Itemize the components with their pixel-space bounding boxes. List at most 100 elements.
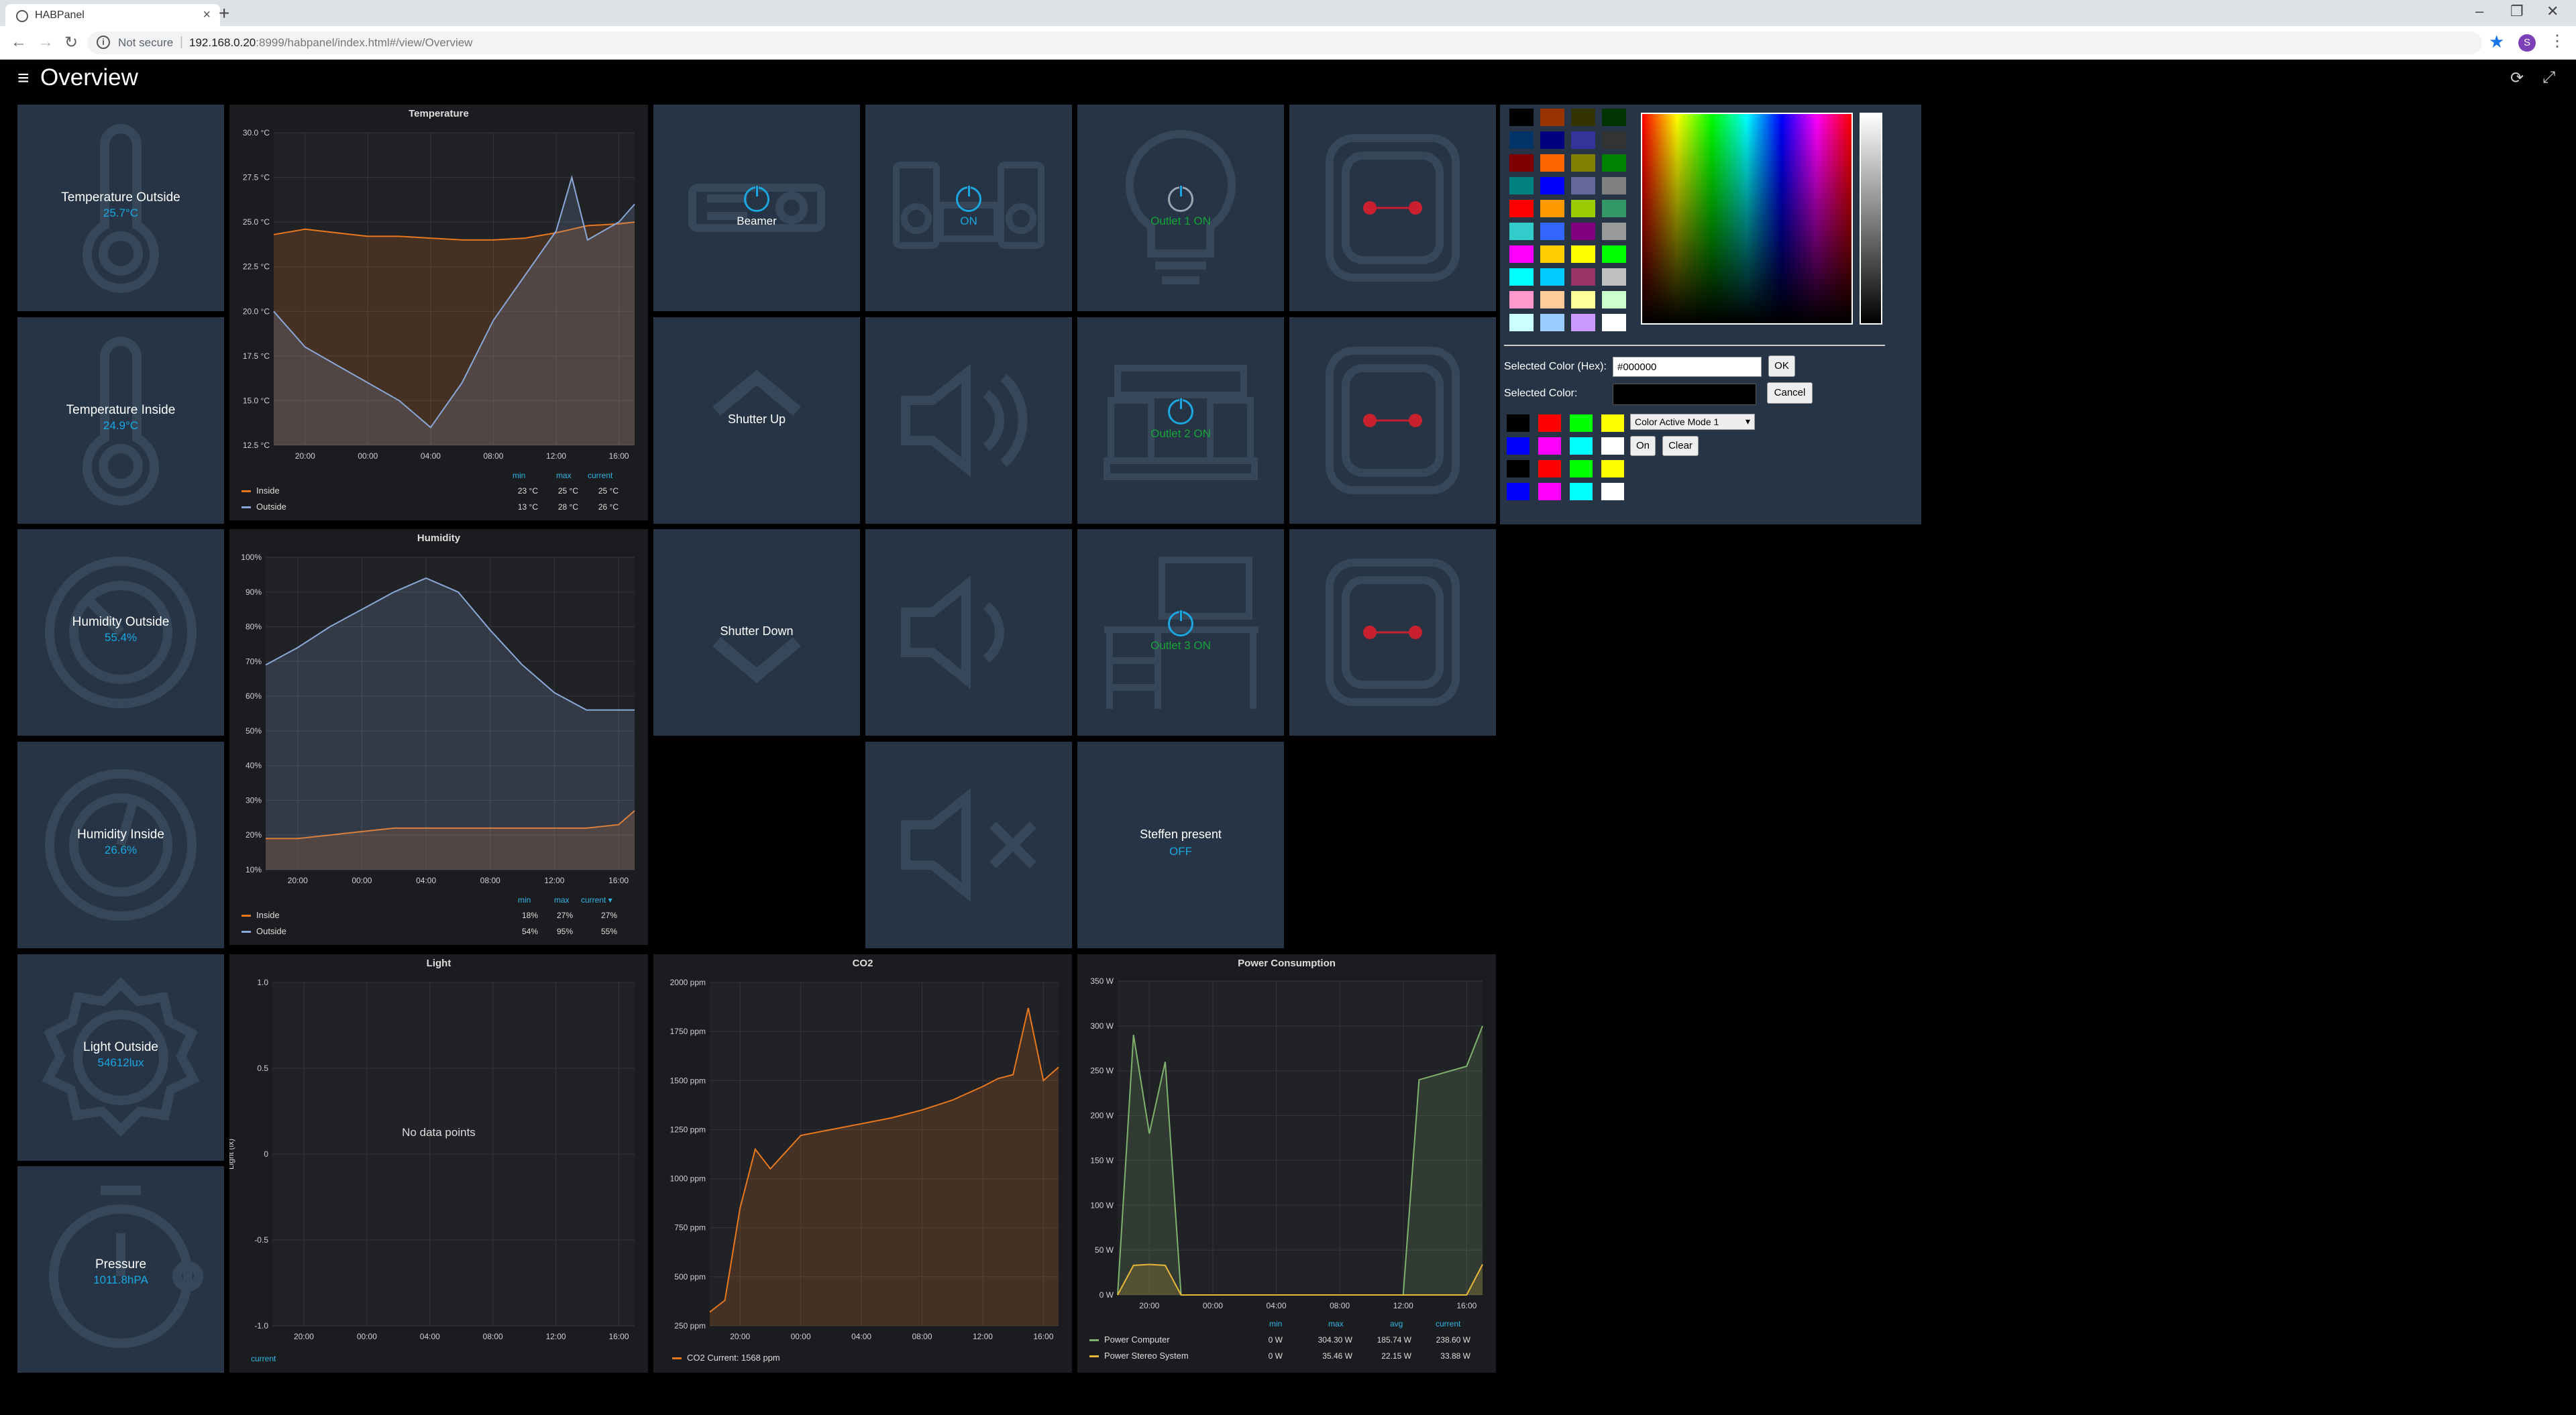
legend-outside[interactable]: Outside — [241, 926, 286, 936]
palette-swatch[interactable] — [1509, 131, 1534, 149]
tile-temperature-inside[interactable]: Temperature Inside 24.9°C — [17, 317, 224, 524]
quick-color-swatch[interactable] — [1570, 414, 1593, 432]
quick-color-swatch[interactable] — [1507, 414, 1529, 432]
legend-co2[interactable]: CO2 Current: 1568 ppm — [672, 1353, 780, 1363]
palette-swatch[interactable] — [1571, 177, 1595, 194]
tile-speakers[interactable]: ON — [865, 105, 1072, 311]
palette-swatch[interactable] — [1602, 131, 1626, 149]
back-icon[interactable]: ← — [11, 33, 27, 52]
tile-pressure[interactable]: Pressure 1011.8hPA — [17, 1166, 224, 1373]
quick-color-swatch[interactable] — [1507, 460, 1529, 477]
power-icon[interactable] — [1168, 186, 1193, 212]
palette-swatch[interactable] — [1540, 268, 1564, 286]
tile-temperature-outside[interactable]: Temperature Outside 25.7°C — [17, 105, 224, 311]
palette-swatch[interactable] — [1540, 245, 1564, 263]
brightness-slider[interactable] — [1860, 113, 1882, 325]
browser-tab[interactable]: HABPanel × — [5, 4, 220, 26]
info-icon[interactable]: i — [97, 36, 110, 49]
refresh-icon[interactable]: ⟳ — [2510, 68, 2524, 88]
palette-swatch[interactable] — [1571, 268, 1595, 286]
profile-avatar[interactable]: S — [2518, 34, 2536, 52]
quick-color-swatch[interactable] — [1570, 437, 1593, 455]
fullscreen-icon[interactable]: ⤢ — [2542, 68, 2555, 87]
palette-swatch[interactable] — [1540, 109, 1564, 126]
hex-color-input[interactable] — [1613, 357, 1762, 377]
tile-shutter-down[interactable]: Shutter Down — [653, 529, 860, 736]
quick-color-swatch[interactable] — [1570, 460, 1593, 477]
legend-power-computer[interactable]: Power Computer — [1089, 1335, 1170, 1345]
palette-swatch[interactable] — [1540, 223, 1564, 240]
quick-color-swatch[interactable] — [1601, 414, 1624, 432]
palette-swatch[interactable] — [1602, 154, 1626, 172]
palette-swatch[interactable] — [1602, 177, 1626, 194]
quick-color-swatch[interactable] — [1507, 437, 1529, 455]
palette-swatch[interactable] — [1540, 154, 1564, 172]
palette-swatch[interactable] — [1602, 109, 1626, 126]
power-icon[interactable] — [1168, 398, 1193, 424]
palette-swatch[interactable] — [1509, 154, 1534, 172]
clear-button[interactable]: Clear — [1662, 436, 1699, 456]
tile-mute[interactable] — [865, 742, 1072, 948]
tile-outlet-2[interactable]: Outlet 2 ON — [1077, 317, 1284, 524]
reload-icon[interactable]: ↻ — [64, 33, 78, 52]
quick-color-swatch[interactable] — [1570, 483, 1593, 500]
color-mode-select[interactable]: Color Active Mode 1 ▾ — [1630, 414, 1755, 430]
palette-swatch[interactable] — [1571, 154, 1595, 172]
legend-inside[interactable]: Inside — [241, 486, 280, 496]
ok-button[interactable]: OK — [1768, 355, 1795, 377]
quick-color-swatch[interactable] — [1538, 460, 1561, 477]
tile-outlet-3[interactable]: Outlet 3 ON — [1077, 529, 1284, 736]
close-tab-icon[interactable]: × — [203, 7, 211, 23]
tile-socket-1[interactable] — [1289, 105, 1496, 311]
restore-window-icon[interactable]: ❐ — [2510, 3, 2524, 20]
power-icon[interactable] — [956, 186, 981, 212]
palette-swatch[interactable] — [1540, 291, 1564, 308]
forward-icon[interactable]: → — [38, 33, 54, 52]
tile-humidity-inside[interactable]: Humidity Inside 26.6% — [17, 742, 224, 948]
on-button[interactable]: On — [1630, 436, 1656, 456]
tile-socket-2[interactable] — [1289, 317, 1496, 524]
palette-swatch[interactable] — [1509, 268, 1534, 286]
palette-swatch[interactable] — [1540, 177, 1564, 194]
legend-inside[interactable]: Inside — [241, 910, 280, 920]
new-tab-icon[interactable]: + — [219, 3, 229, 24]
legend-head-current[interactable]: current ▾ — [581, 895, 612, 905]
palette-swatch[interactable] — [1509, 177, 1534, 194]
palette-swatch[interactable] — [1602, 245, 1626, 263]
palette-swatch[interactable] — [1602, 268, 1626, 286]
palette-swatch[interactable] — [1571, 109, 1595, 126]
palette-swatch[interactable] — [1509, 314, 1534, 331]
legend-outside[interactable]: Outside — [241, 502, 286, 512]
tile-outlet-1[interactable]: Outlet 1 ON — [1077, 105, 1284, 311]
quick-color-swatch[interactable] — [1538, 437, 1561, 455]
color-gradient-picker[interactable] — [1641, 113, 1853, 325]
palette-swatch[interactable] — [1571, 200, 1595, 217]
tile-volume-up[interactable] — [865, 317, 1072, 524]
palette-swatch[interactable] — [1571, 245, 1595, 263]
palette-swatch[interactable] — [1509, 245, 1534, 263]
palette-swatch[interactable] — [1602, 223, 1626, 240]
quick-color-swatch[interactable] — [1601, 460, 1624, 477]
tile-shutter-up[interactable]: Shutter Up — [653, 317, 860, 524]
legend-power-stereo[interactable]: Power Stereo System — [1089, 1351, 1189, 1361]
palette-swatch[interactable] — [1509, 223, 1534, 240]
palette-swatch[interactable] — [1509, 109, 1534, 126]
url-field[interactable]: i Not secure | 192.168.0.20:8999/habpane… — [87, 32, 2482, 54]
palette-swatch[interactable] — [1571, 291, 1595, 308]
quick-color-swatch[interactable] — [1538, 414, 1561, 432]
palette-swatch[interactable] — [1571, 314, 1595, 331]
palette-swatch[interactable] — [1571, 131, 1595, 149]
palette-swatch[interactable] — [1602, 200, 1626, 217]
quick-color-swatch[interactable] — [1507, 483, 1529, 500]
palette-swatch[interactable] — [1540, 200, 1564, 217]
quick-color-swatch[interactable] — [1601, 437, 1624, 455]
power-icon[interactable] — [744, 186, 769, 212]
tile-humidity-outside[interactable]: Humidity Outside 55.4% — [17, 529, 224, 736]
browser-menu-icon[interactable]: ⋮ — [2549, 32, 2565, 51]
tile-light-outside[interactable]: Light Outside 54612lux — [17, 954, 224, 1161]
palette-swatch[interactable] — [1602, 314, 1626, 331]
quick-color-swatch[interactable] — [1601, 483, 1624, 500]
quick-color-swatch[interactable] — [1538, 483, 1561, 500]
tile-volume-down[interactable] — [865, 529, 1072, 736]
power-icon[interactable] — [1168, 610, 1193, 636]
